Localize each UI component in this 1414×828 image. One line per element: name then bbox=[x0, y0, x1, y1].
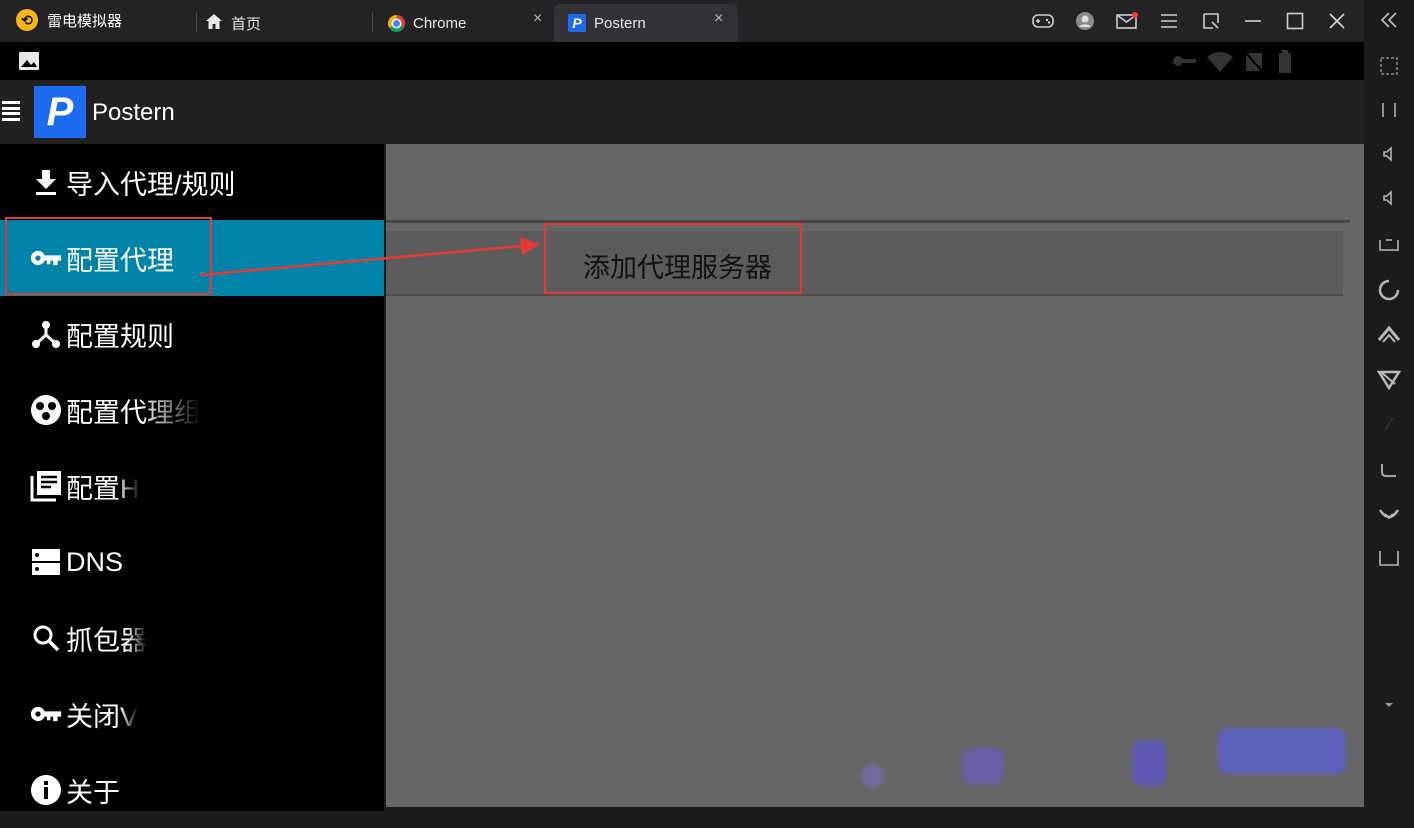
annotation-highlight-box bbox=[544, 223, 802, 294]
no-signal-icon bbox=[1244, 51, 1264, 78]
minimize-icon[interactable] bbox=[1240, 8, 1266, 34]
drawer-item-configure-h[interactable]: 配置H bbox=[0, 448, 384, 524]
add-proxy-server-row[interactable] bbox=[386, 231, 1343, 296]
volume-down-icon[interactable] bbox=[1364, 188, 1414, 214]
group-circles-icon bbox=[30, 394, 62, 426]
emulator-title-bar: ⟲ 雷电模拟器 首页 Chrome × P Postern × bbox=[0, 0, 1364, 42]
drawer-item-about[interactable]: 关于 bbox=[0, 752, 384, 828]
search-icon bbox=[30, 622, 62, 654]
wifi-icon bbox=[1206, 51, 1234, 78]
android-status-bar bbox=[0, 42, 1364, 80]
tab-separator bbox=[196, 12, 197, 32]
screenshot-icon[interactable] bbox=[1364, 234, 1414, 260]
emulator-app-name-label: 雷电模拟器 bbox=[47, 12, 123, 30]
fullscreen-icon[interactable] bbox=[1364, 56, 1414, 82]
tab-separator bbox=[372, 12, 373, 32]
postern-icon: P bbox=[568, 14, 586, 32]
download-icon bbox=[30, 166, 62, 198]
rules-branch-icon bbox=[30, 318, 62, 350]
scroll-down-icon[interactable] bbox=[1364, 694, 1414, 717]
hamburger-menu-icon[interactable] bbox=[2, 101, 20, 121]
drawer-item-label: DNS bbox=[66, 546, 124, 577]
tab-chrome-label: Chrome bbox=[413, 14, 467, 32]
tab-home[interactable]: 首页 bbox=[205, 4, 261, 42]
drawer-item-import[interactable]: 导入代理/规则 bbox=[0, 144, 384, 220]
close-window-icon[interactable] bbox=[1324, 8, 1350, 34]
mail-icon[interactable] bbox=[1114, 8, 1140, 34]
drawer-item-close-vpn[interactable]: 关闭V bbox=[0, 676, 384, 752]
record-icon[interactable] bbox=[1364, 458, 1414, 486]
battery-icon bbox=[1278, 50, 1292, 79]
pin-window-icon[interactable] bbox=[1198, 8, 1224, 34]
user-avatar-icon[interactable] bbox=[1072, 8, 1098, 34]
tab-chrome-close-icon[interactable]: × bbox=[533, 10, 542, 28]
postern-logo: P bbox=[34, 86, 86, 138]
library-icon bbox=[30, 470, 62, 502]
vpn-key-status-icon bbox=[1172, 54, 1198, 73]
rotate-icon[interactable] bbox=[1364, 278, 1414, 308]
drawer-item-label: 关于 bbox=[66, 777, 120, 808]
leidian-logo-icon: ⟲ bbox=[16, 9, 38, 31]
watermark-blob bbox=[962, 748, 1004, 784]
emulator-app-name: ⟲ 雷电模拟器 bbox=[16, 9, 122, 31]
watermark-blob bbox=[862, 765, 884, 787]
info-icon bbox=[30, 774, 62, 806]
emulator-side-toolbar bbox=[1364, 0, 1414, 811]
drawer-item-label: 配置代理组 bbox=[66, 397, 201, 428]
app-title: Postern bbox=[92, 99, 175, 126]
tab-postern-close-icon[interactable]: × bbox=[714, 10, 723, 28]
drawer-item-configure-rules[interactable]: 配置规则 bbox=[0, 296, 384, 372]
drawer-item-label: 关闭V bbox=[66, 701, 139, 732]
tab-postern[interactable]: P Postern × bbox=[554, 4, 738, 42]
more-icon[interactable] bbox=[1364, 548, 1414, 574]
tab-home-label: 首页 bbox=[231, 15, 262, 33]
drawer-item-label: 配置H bbox=[66, 473, 140, 504]
drawer-item-label: 抓包器 bbox=[66, 625, 147, 656]
home-icon bbox=[205, 13, 223, 34]
chrome-icon bbox=[388, 14, 405, 32]
gamepad-icon[interactable] bbox=[1030, 8, 1056, 34]
drawer-item-label: 导入代理/规则 bbox=[66, 169, 236, 200]
menu-icon[interactable] bbox=[1156, 8, 1182, 34]
tab-chrome[interactable]: Chrome bbox=[388, 4, 466, 42]
server-icon bbox=[30, 546, 62, 578]
drawer-item-dns[interactable]: DNS bbox=[0, 524, 384, 600]
collapse-toolbar-icon[interactable] bbox=[1364, 10, 1414, 36]
watermark-blob bbox=[1132, 740, 1166, 786]
drawer-item-configure-proxy-group[interactable]: 配置代理组 bbox=[0, 372, 384, 448]
location-icon[interactable] bbox=[1364, 368, 1414, 396]
maximize-icon[interactable] bbox=[1282, 8, 1308, 34]
watermark-blob bbox=[1218, 728, 1346, 774]
image-notification-icon bbox=[18, 51, 40, 76]
app-toolbar bbox=[0, 80, 1364, 144]
sync-icon[interactable] bbox=[1364, 414, 1414, 440]
shake-icon[interactable] bbox=[1364, 324, 1414, 352]
volume-up-icon[interactable] bbox=[1364, 144, 1414, 170]
drawer-item-label: 配置规则 bbox=[66, 321, 174, 352]
key-icon bbox=[30, 698, 62, 730]
window-controls bbox=[1030, 8, 1350, 34]
tab-postern-label: Postern bbox=[594, 14, 646, 32]
annotation-highlight-box bbox=[5, 217, 212, 295]
drawer-item-packet-capture[interactable]: 抓包器 bbox=[0, 600, 384, 676]
keyboard-mapping-icon[interactable] bbox=[1364, 100, 1414, 126]
content-divider bbox=[386, 220, 1350, 223]
operation-recorder-icon[interactable] bbox=[1364, 504, 1414, 530]
